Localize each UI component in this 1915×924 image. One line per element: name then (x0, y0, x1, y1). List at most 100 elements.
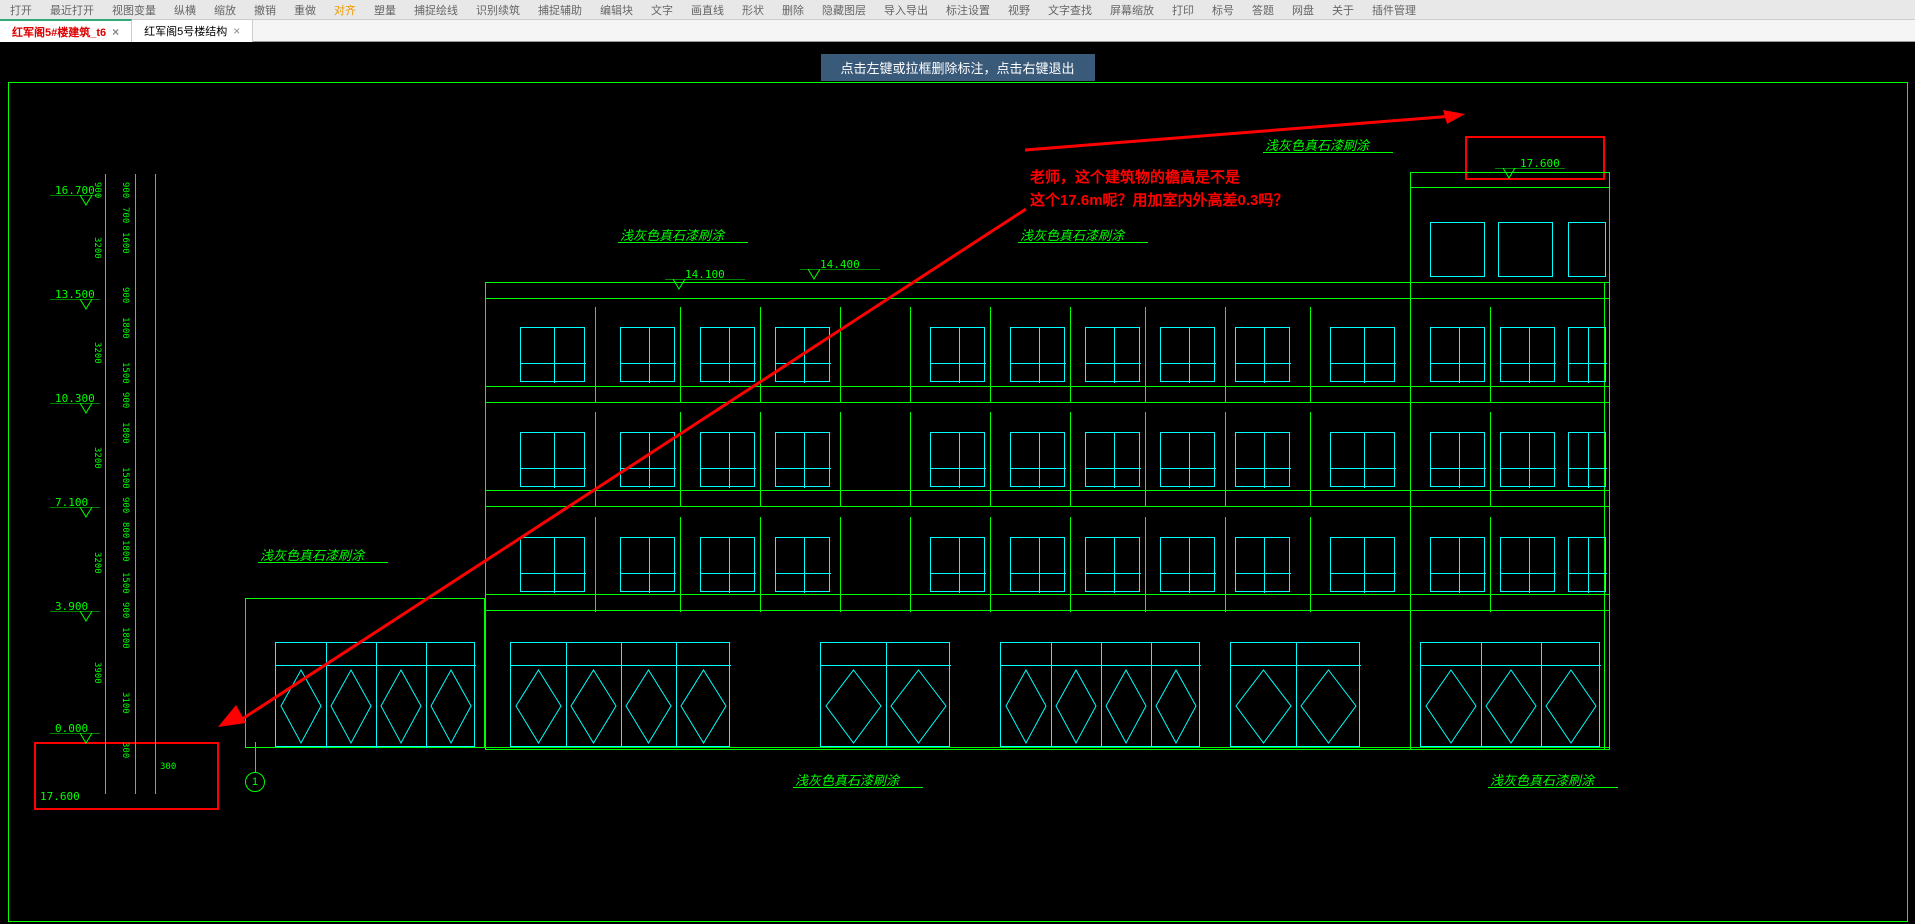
menu-item[interactable]: 标号 (1212, 2, 1234, 18)
window (1160, 432, 1215, 487)
arrow-icon (1025, 110, 1465, 152)
pilaster (1490, 412, 1491, 507)
dim-label: 700 (120, 207, 130, 223)
leader-line (793, 787, 923, 788)
menu-item[interactable]: 打印 (1172, 2, 1194, 18)
window (1085, 432, 1140, 487)
tab-label: 红军阁5#楼建筑_t6 (12, 24, 106, 40)
dim-label: 900 (120, 497, 130, 513)
pilaster (1225, 307, 1226, 402)
menu-item[interactable]: 屏幕缩放 (1110, 2, 1154, 18)
window (1235, 327, 1290, 382)
elevation-label: 17.600 (40, 790, 80, 803)
menu-item[interactable]: 打开 (10, 2, 32, 18)
drawing-canvas[interactable]: 点击左键或拉框删除标注，点击右键退出 老师，这个建筑物的檐高是不是 这个17.6… (0, 42, 1915, 924)
window (1330, 432, 1395, 487)
door (1230, 642, 1360, 747)
menu-item[interactable]: 删除 (782, 2, 804, 18)
dim-label: 3200 (92, 552, 102, 574)
dim-label: 900 (120, 182, 130, 198)
dim-label: 900 (92, 182, 102, 198)
dim-label: 3200 (92, 237, 102, 259)
floor-line (1410, 172, 1610, 173)
pilaster (1145, 412, 1146, 507)
menubar: 打开 最近打开 视图变量 纵横 缩放 撤销 重做 对齐 塑量 捕捉绘线 识别续筑… (0, 0, 1915, 20)
menu-item[interactable]: 答题 (1252, 2, 1274, 18)
window (1235, 537, 1290, 592)
menu-item[interactable]: 网盘 (1292, 2, 1314, 18)
dim-line (135, 174, 136, 794)
menu-item[interactable]: 视野 (1008, 2, 1030, 18)
grid-bubble: 1 (245, 772, 265, 792)
pilaster (1490, 517, 1491, 612)
menu-item[interactable]: 重做 (294, 2, 316, 18)
close-icon[interactable]: × (233, 24, 240, 38)
leader-line (1018, 242, 1148, 243)
pilaster (1225, 412, 1226, 507)
menu-item[interactable]: 文字查找 (1048, 2, 1092, 18)
menu-item[interactable]: 识别续筑 (476, 2, 520, 18)
elevation-mark-icon (50, 299, 100, 311)
menu-item[interactable]: 撤销 (254, 2, 276, 18)
menu-item[interactable]: 最近打开 (50, 2, 94, 18)
pilaster (1410, 412, 1411, 507)
window (1498, 222, 1553, 277)
dim-label: 900 (120, 602, 130, 618)
dim-label: 900 (120, 392, 130, 408)
arrow-icon (218, 207, 1028, 727)
dim-label: 1800 (120, 317, 130, 339)
pilaster (1145, 307, 1146, 402)
window (1160, 327, 1215, 382)
door (1000, 642, 1200, 747)
dim-label: 3900 (92, 662, 102, 684)
dim-line (155, 174, 156, 794)
menu-item[interactable]: 纵横 (174, 2, 196, 18)
dim-label: 300 (120, 742, 130, 758)
pilaster (1070, 517, 1071, 612)
menu-item[interactable]: 捕捉辅助 (538, 2, 582, 18)
window (1500, 327, 1555, 382)
dim-label: 900 (120, 287, 130, 303)
door (1420, 642, 1600, 747)
window (1235, 432, 1290, 487)
annotation-text: 老师，这个建筑物的檐高是不是 这个17.6m呢？用加室内外高差0.3吗？ (1030, 167, 1288, 212)
window (1085, 327, 1140, 382)
menu-item[interactable]: 插件管理 (1372, 2, 1416, 18)
window (1430, 432, 1485, 487)
dim-label: 1500 (120, 467, 130, 489)
pilaster (1145, 517, 1146, 612)
menu-item[interactable]: 关于 (1332, 2, 1354, 18)
menu-item[interactable]: 捕捉绘线 (414, 2, 458, 18)
menu-item[interactable]: 标注设置 (946, 2, 990, 18)
menu-item[interactable]: 编辑块 (600, 2, 633, 18)
menu-item[interactable]: 画直线 (691, 2, 724, 18)
window (1430, 222, 1485, 277)
dim-label: 1800 (120, 540, 130, 562)
menu-item[interactable]: 形状 (742, 2, 764, 18)
pilaster (1490, 307, 1491, 402)
window (1085, 537, 1140, 592)
menu-item[interactable]: 导入导出 (884, 2, 928, 18)
menu-item[interactable]: 塑量 (374, 2, 396, 18)
menu-item[interactable]: 对齐 (334, 2, 356, 18)
dim-label: 1600 (120, 232, 130, 254)
menu-item[interactable]: 视图变量 (112, 2, 156, 18)
pilaster (1310, 307, 1311, 402)
elevation-mark-icon (50, 733, 100, 745)
file-tab-active[interactable]: 红军阁5#楼建筑_t6 × (0, 19, 132, 43)
file-tab[interactable]: 红军阁5号楼结构 × (132, 20, 253, 42)
dim-label: 3200 (92, 342, 102, 364)
window (1568, 432, 1606, 487)
menu-item[interactable]: 隐藏图层 (822, 2, 866, 18)
hint-bar: 点击左键或拉框删除标注，点击右键退出 (820, 54, 1094, 81)
dim-label: 3200 (92, 447, 102, 469)
pilaster (1225, 517, 1226, 612)
menu-item[interactable]: 文字 (651, 2, 673, 18)
dim-label: 1500 (120, 572, 130, 594)
dim-line (105, 174, 106, 794)
dim-label: 1500 (120, 362, 130, 384)
dim-label: 1800 (120, 627, 130, 649)
close-icon[interactable]: × (112, 25, 119, 39)
menu-item[interactable]: 缩放 (214, 2, 236, 18)
floor-line (1410, 187, 1610, 188)
